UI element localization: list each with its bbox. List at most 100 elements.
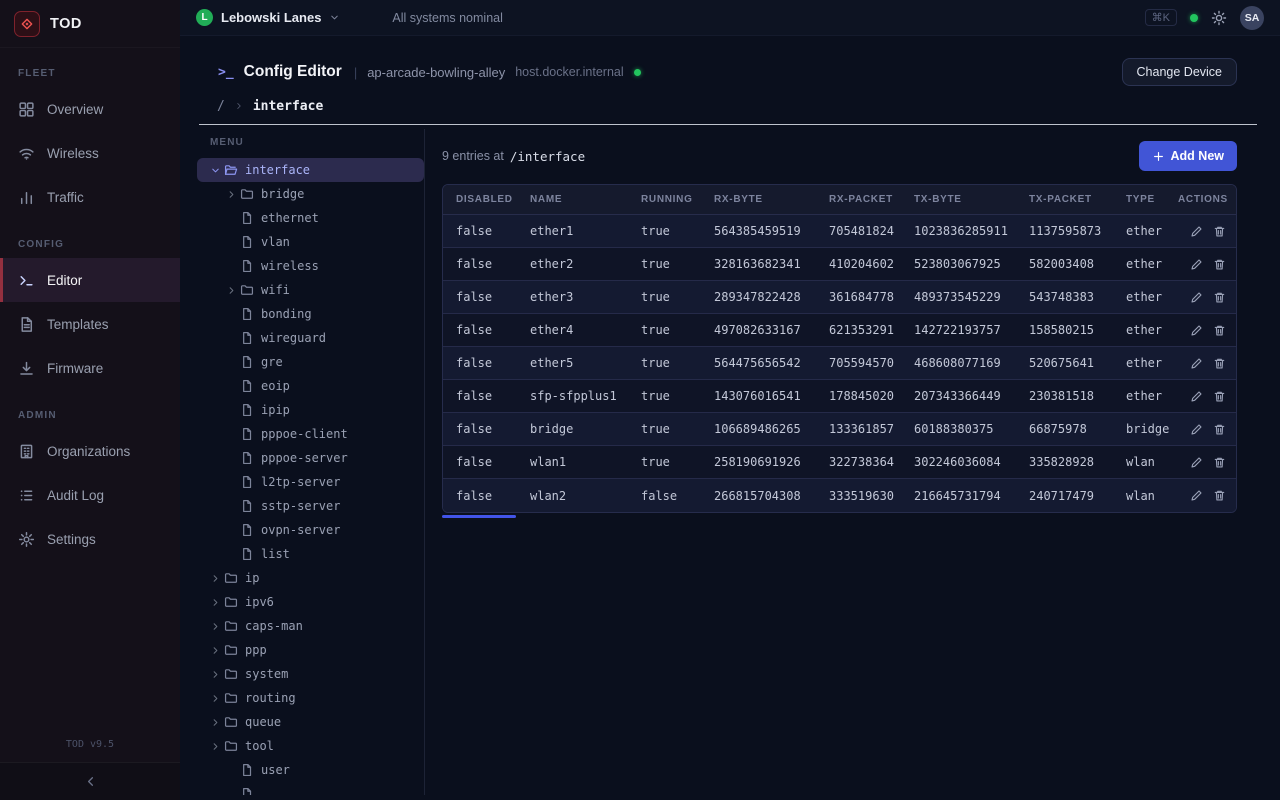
cell-running: true — [628, 224, 701, 238]
sidebar-collapse-button[interactable] — [0, 762, 180, 800]
folder-icon — [224, 619, 240, 633]
edit-pencil-icon[interactable] — [1190, 489, 1203, 502]
tree-item-label: bonding — [261, 307, 312, 321]
col-header-rx-packet: RX-PACKET — [816, 194, 901, 205]
tree-item-wifi[interactable]: wifi — [197, 278, 424, 302]
delete-trash-icon[interactable] — [1213, 258, 1226, 271]
edit-pencil-icon[interactable] — [1190, 324, 1203, 337]
chevron-right-icon[interactable] — [210, 645, 224, 656]
cell-rx-byte: 106689486265 — [701, 422, 816, 436]
delete-trash-icon[interactable] — [1213, 324, 1226, 337]
tree-item-user[interactable]: user — [197, 758, 424, 782]
edit-pencil-icon[interactable] — [1190, 225, 1203, 238]
sidebar-item-overview[interactable]: Overview — [0, 87, 180, 131]
tree-item-label: interface — [245, 163, 310, 177]
delete-trash-icon[interactable] — [1213, 390, 1226, 403]
cell-tx-packet: 520675641 — [1016, 356, 1113, 370]
tree-item-ipip[interactable]: ipip — [197, 398, 424, 422]
tree-item-ovpn-server[interactable]: ovpn-server — [197, 518, 424, 542]
sidebar-item-templates[interactable]: Templates — [0, 302, 180, 346]
chevron-right-icon[interactable] — [210, 573, 224, 584]
cell-type: ether — [1113, 323, 1178, 337]
tree-item-pppoe-client[interactable]: pppoe-client — [197, 422, 424, 446]
chevron-right-icon[interactable] — [210, 717, 224, 728]
tree-item-routing[interactable]: routing — [197, 686, 424, 710]
tree-item-label: ppp — [245, 643, 267, 657]
chevron-down-icon[interactable] — [210, 165, 224, 176]
tree-item-sstp-server[interactable]: sstp-server — [197, 494, 424, 518]
chart-icon — [18, 189, 35, 206]
terminal-prompt-icon: >_ — [218, 65, 234, 80]
sidebar-item-settings[interactable]: Settings — [0, 517, 180, 561]
delete-trash-icon[interactable] — [1213, 225, 1226, 238]
theme-toggle-sun-icon[interactable] — [1211, 10, 1227, 26]
tree-item-system[interactable]: system — [197, 662, 424, 686]
breadcrumb-root[interactable]: / — [217, 99, 225, 114]
tree-item-label: tool — [245, 739, 274, 753]
sidebar-item-firmware[interactable]: Firmware — [0, 346, 180, 390]
tree-item-wireless[interactable]: wireless — [197, 254, 424, 278]
tree-item-partial[interactable] — [197, 782, 424, 795]
tree-item-gre[interactable]: gre — [197, 350, 424, 374]
org-picker[interactable]: L Lebowski Lanes — [196, 9, 340, 26]
tree-item-queue[interactable]: queue — [197, 710, 424, 734]
chevron-right-icon[interactable] — [210, 621, 224, 632]
tree-item-bonding[interactable]: bonding — [197, 302, 424, 326]
edit-pencil-icon[interactable] — [1190, 456, 1203, 469]
tree-item-l2tp-server[interactable]: l2tp-server — [197, 470, 424, 494]
chevron-right-icon[interactable] — [210, 693, 224, 704]
cell-tx-byte: 216645731794 — [901, 489, 1016, 503]
file-icon — [240, 259, 256, 273]
tree-item-wireguard[interactable]: wireguard — [197, 326, 424, 350]
tree-item-label: wireless — [261, 259, 319, 273]
tree-item-ethernet[interactable]: ethernet — [197, 206, 424, 230]
delete-trash-icon[interactable] — [1213, 423, 1226, 436]
tree-item-ppp[interactable]: ppp — [197, 638, 424, 662]
tree-item-ipv6[interactable]: ipv6 — [197, 590, 424, 614]
tree-item-ip[interactable]: ip — [197, 566, 424, 590]
edit-pencil-icon[interactable] — [1190, 423, 1203, 436]
delete-trash-icon[interactable] — [1213, 291, 1226, 304]
tree-item-bridge[interactable]: bridge — [197, 182, 424, 206]
delete-trash-icon[interactable] — [1213, 357, 1226, 370]
tree-item-pppoe-server[interactable]: pppoe-server — [197, 446, 424, 470]
user-avatar[interactable]: SA — [1240, 6, 1264, 30]
chevron-right-icon[interactable] — [210, 669, 224, 680]
edit-pencil-icon[interactable] — [1190, 390, 1203, 403]
tree-item-tool[interactable]: tool — [197, 734, 424, 758]
cell-tx-byte: 468608077169 — [901, 356, 1016, 370]
cell-name: ether1 — [517, 224, 628, 238]
change-device-button[interactable]: Change Device — [1122, 58, 1237, 86]
command-palette-shortcut[interactable]: ⌘K — [1145, 9, 1177, 26]
col-header-tx-packet: TX-PACKET — [1016, 194, 1113, 205]
file-icon — [240, 427, 256, 441]
add-new-button[interactable]: Add New — [1139, 141, 1237, 171]
sidebar-item-organizations[interactable]: Organizations — [0, 429, 180, 473]
sidebar-item-editor[interactable]: Editor — [0, 258, 180, 302]
tree-item-list[interactable]: list — [197, 542, 424, 566]
file-icon — [240, 547, 256, 561]
org-name: Lebowski Lanes — [221, 10, 321, 25]
edit-pencil-icon[interactable] — [1190, 258, 1203, 271]
tree-item-eoip[interactable]: eoip — [197, 374, 424, 398]
tree-item-vlan[interactable]: vlan — [197, 230, 424, 254]
grid-icon — [18, 101, 35, 118]
sidebar-item-wireless[interactable]: Wireless — [0, 131, 180, 175]
edit-pencil-icon[interactable] — [1190, 357, 1203, 370]
cell-running: true — [628, 389, 701, 403]
sidebar-item-audit-log[interactable]: Audit Log — [0, 473, 180, 517]
sidebar-item-traffic[interactable]: Traffic — [0, 175, 180, 219]
horizontal-scrollbar-thumb[interactable] — [442, 515, 516, 518]
delete-trash-icon[interactable] — [1213, 489, 1226, 502]
chevron-right-icon[interactable] — [210, 741, 224, 752]
chevron-right-icon[interactable] — [210, 597, 224, 608]
tree-item-interface[interactable]: interface — [197, 158, 424, 182]
cell-rx-packet: 333519630 — [816, 489, 901, 503]
tree-item-label: user — [261, 763, 290, 777]
delete-trash-icon[interactable] — [1213, 456, 1226, 469]
tree-item-caps-man[interactable]: caps-man — [197, 614, 424, 638]
chevron-right-icon[interactable] — [226, 285, 240, 296]
edit-pencil-icon[interactable] — [1190, 291, 1203, 304]
chevron-right-icon[interactable] — [226, 189, 240, 200]
cell-actions — [1178, 357, 1236, 370]
